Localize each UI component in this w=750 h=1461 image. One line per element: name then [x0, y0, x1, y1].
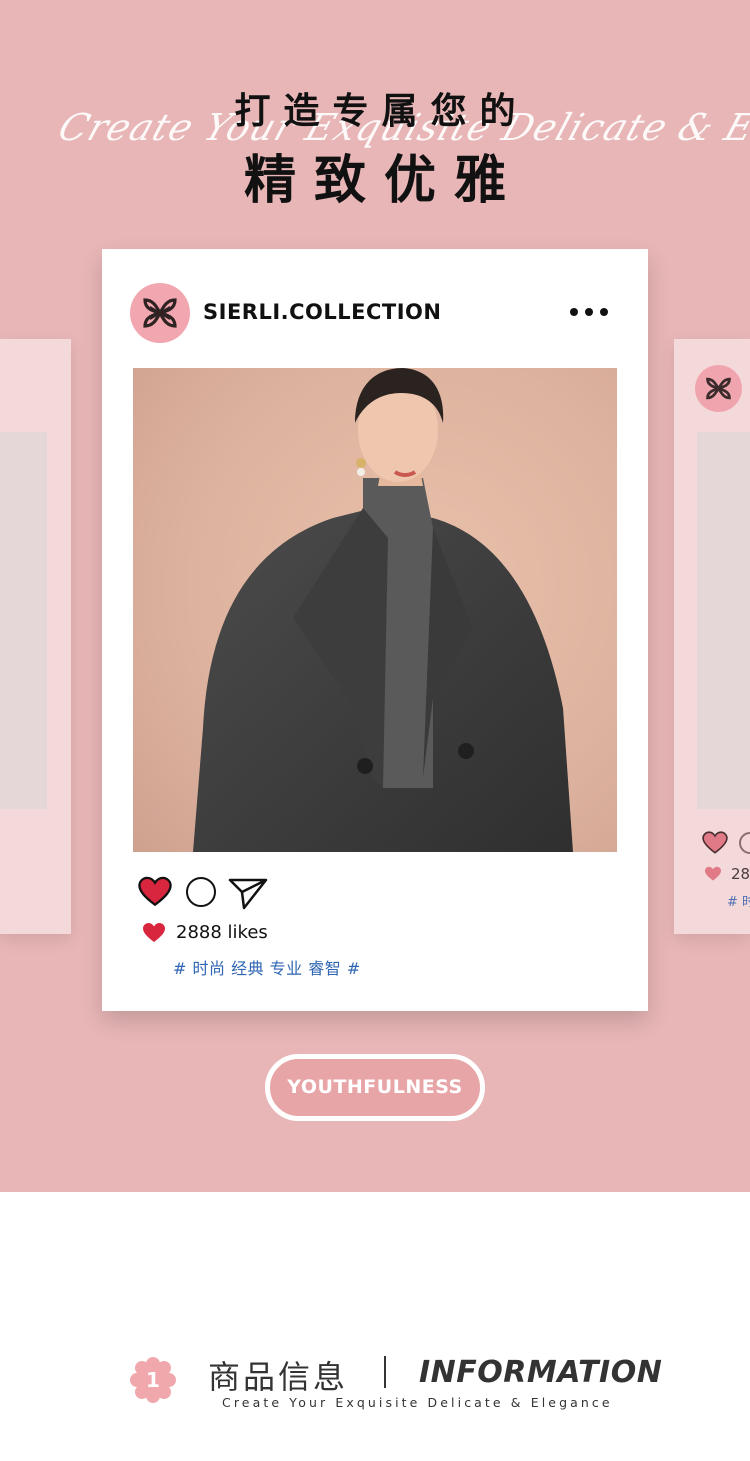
- hero-title-line1: 打造专属您的: [234, 91, 529, 132]
- side-card-left[interactable]: [0, 339, 71, 934]
- post-photo[interactable]: [133, 368, 617, 852]
- comment-icon[interactable]: [739, 832, 750, 854]
- heart-icon: [705, 866, 721, 881]
- logo-icon: [706, 377, 731, 400]
- comment-icon[interactable]: [186, 877, 216, 907]
- flower-number-icon: 1: [130, 1357, 176, 1403]
- logo-icon: [143, 298, 177, 328]
- info-number: 1: [146, 1368, 160, 1392]
- info-title-en: INFORMATION: [419, 1355, 663, 1390]
- side-card-photo: [0, 432, 47, 809]
- heart-icon[interactable]: [702, 831, 728, 855]
- hero-title-line2: 精致优雅: [243, 151, 524, 211]
- info-title-cn: 商品信息: [208, 1358, 349, 1396]
- heart-icon: [143, 923, 165, 942]
- hero-section: Create Your Exquisite Delicate & Eleganc…: [0, 0, 750, 1192]
- more-icon[interactable]: [570, 302, 610, 322]
- post-hashtags[interactable]: # 时尚 经典 专业 睿智 #: [173, 955, 361, 979]
- side-card-right[interactable]: 28 # 时: [674, 339, 750, 934]
- youthfulness-badge[interactable]: YOUTHFULNESS: [265, 1054, 485, 1121]
- side-card-avatar: [695, 365, 742, 412]
- likes-count: 2888 likes: [176, 922, 268, 943]
- post-username[interactable]: SIERLI.COLLECTION: [203, 300, 441, 324]
- side-hashtags: # 时: [727, 895, 750, 910]
- info-divider: [384, 1356, 386, 1388]
- side-card-photo: [697, 432, 750, 809]
- side-likes-count: 28: [731, 865, 750, 883]
- post-card: SIERLI.COLLECTION 2888 likes # 时尚 经典 专业 …: [102, 249, 648, 1011]
- send-icon[interactable]: [228, 876, 268, 910]
- avatar[interactable]: [130, 283, 190, 343]
- info-subtitle: Create Your Exquisite Delicate & Eleganc…: [222, 1395, 613, 1410]
- heart-icon[interactable]: [138, 876, 172, 908]
